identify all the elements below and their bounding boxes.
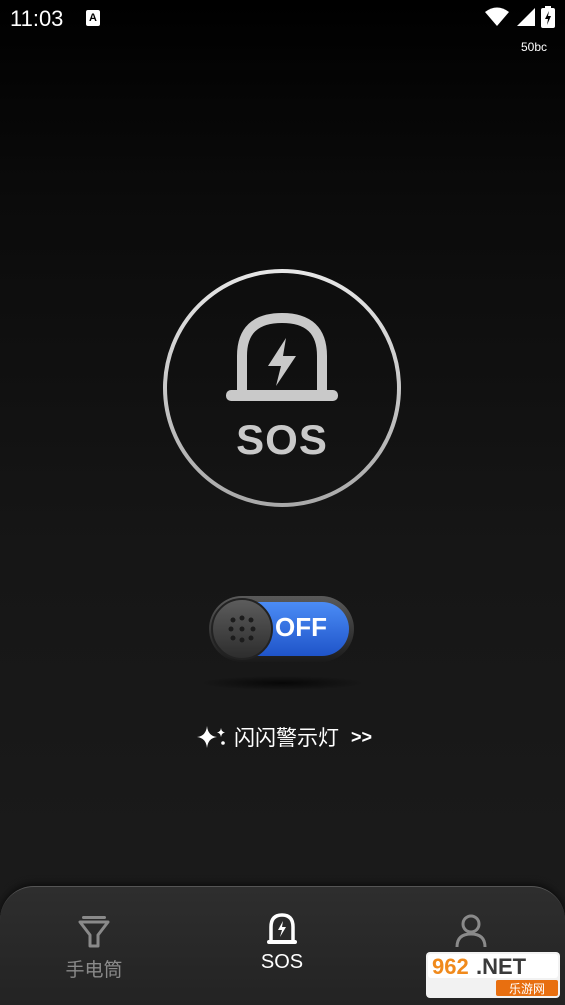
warning-link-arrows: >> (351, 726, 373, 747)
status-time: 11:03 (10, 6, 64, 31)
toggle-shadow (200, 676, 365, 690)
wifi-icon (485, 7, 509, 26)
svg-text:.NET: .NET (476, 954, 527, 979)
flash-warning-light-link[interactable]: 闪闪警示灯 >> (196, 722, 372, 752)
nav-label-sos: SOS (260, 951, 304, 973)
notification-icon: A (86, 10, 100, 26)
sos-label: SOS (236, 416, 328, 463)
toggle-state-label: OFF (275, 612, 327, 642)
network-speed-label: 50bc (520, 40, 547, 54)
svg-text:962: 962 (432, 954, 469, 979)
nav-label-flashlight: 手电筒 (65, 959, 123, 981)
flashlight-icon (78, 916, 110, 948)
signal-icon (517, 8, 535, 26)
nav-item-sos[interactable]: SOS (188, 887, 376, 1005)
sos-toggle-switch[interactable]: OFF (209, 596, 354, 662)
site-watermark-logo: 962 .NET 乐游网 (426, 952, 560, 998)
sparkle-icon (197, 726, 225, 748)
warning-link-label: 闪闪警示灯 (234, 726, 339, 750)
siren-lightning-icon (226, 313, 338, 401)
sos-button[interactable]: SOS (162, 268, 402, 508)
status-icons (485, 6, 555, 28)
person-icon (455, 914, 487, 948)
status-bar: 11:03 A (0, 0, 565, 40)
battery-charging-icon (541, 6, 555, 28)
nav-item-flashlight[interactable]: 手电筒 (0, 887, 188, 1005)
svg-text:乐游网: 乐游网 (509, 982, 545, 996)
siren-icon (267, 913, 297, 944)
